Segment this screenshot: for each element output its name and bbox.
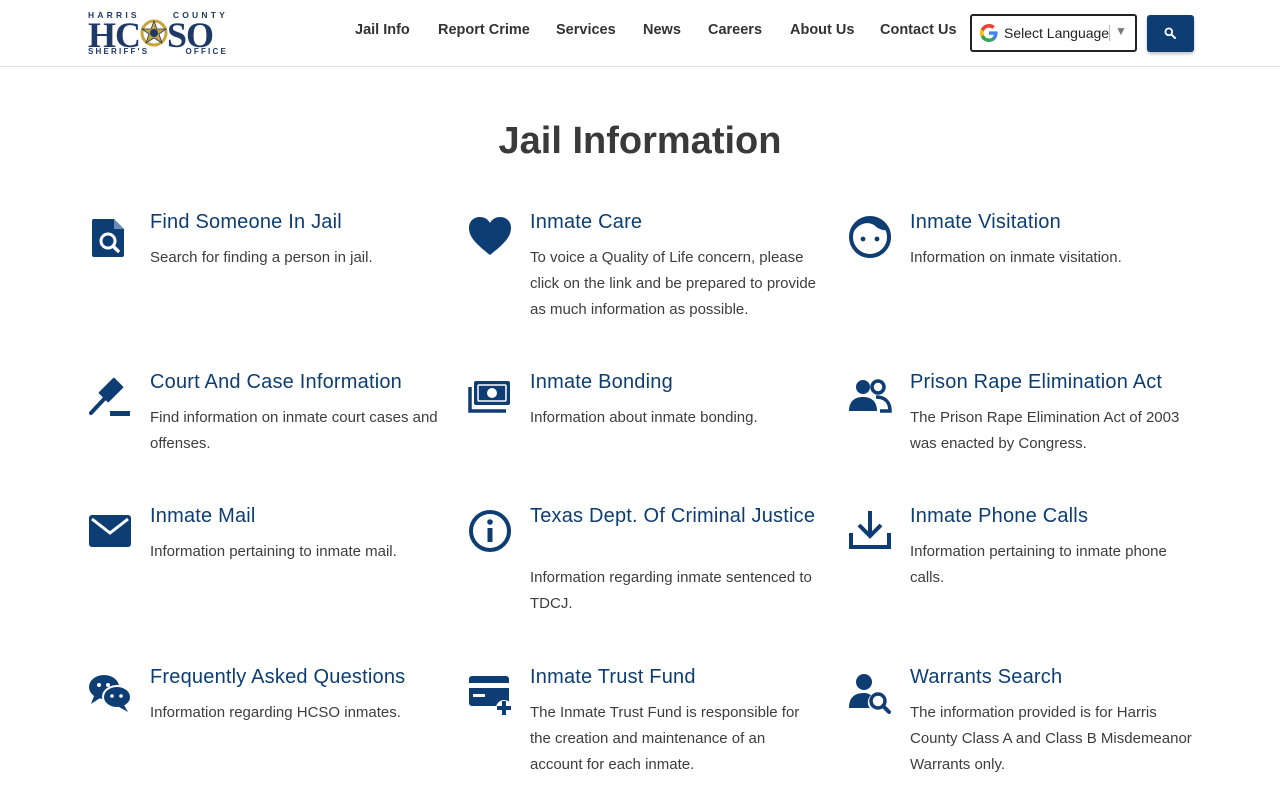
language-selector[interactable]: Select Language ▼ [970,14,1137,52]
nav-careers[interactable]: Careers [708,22,762,38]
card-description: Search for finding a person in jail. [150,249,373,266]
card-description: The Prison Rape Elimination Act of 2003 … [910,409,1180,452]
card-description: Find information on inmate court cases a… [150,409,438,452]
hcso-logo[interactable]: HARRIS COUNTY HCOSO SHERIFF'S OFFICE [88,10,230,56]
card-title[interactable]: Warrants Search [910,664,1210,690]
card-title[interactable]: Texas Dept. Of Criminal Justice [530,503,830,529]
nav-about-us[interactable]: About Us [790,22,854,38]
gavel-icon [89,377,130,416]
users-icon [849,379,892,413]
card-description: Information on inmate visitation. [910,249,1122,266]
nav-jail-info[interactable]: Jail Info [355,22,410,38]
money-icon [468,381,510,413]
nav-news[interactable]: News [643,22,681,38]
card-description: Information about inmate bonding. [530,409,758,426]
sheriff-star-icon [140,19,168,47]
card-prison-rape-elimination-act[interactable]: Prison Rape Elimination Act The Prison R… [848,369,1208,479]
card-title[interactable]: Court And Case Information [150,369,450,395]
google-icon [980,24,998,42]
heart-icon [469,217,511,255]
card-inmate-visitation[interactable]: Inmate Visitation Information on inmate … [848,209,1208,339]
card-title[interactable]: Inmate Trust Fund [530,664,830,690]
card-title[interactable]: Inmate Visitation [910,209,1210,235]
logo-text-office: OFFICE [185,47,228,56]
file-search-icon [92,219,124,257]
card-description: To voice a Quality of Life concern, plea… [530,249,817,318]
user-search-icon [849,674,891,714]
card-warrants-search[interactable]: Warrants Search The information provided… [848,664,1208,794]
card-description: The Inmate Trust Fund is responsible for… [530,704,800,773]
card-inmate-trust-fund[interactable]: Inmate Trust Fund The Inmate Trust Fund … [468,664,828,794]
card-texas-dept-of-criminal-justice[interactable]: Texas Dept. Of Criminal Justice Informat… [468,503,828,633]
card-description: Information regarding inmate sentenced t… [530,569,812,612]
card-title[interactable]: Inmate Phone Calls [910,503,1210,529]
card-description: Information pertaining to inmate phone c… [910,543,1167,586]
card-description: Information regarding HCSO inmates. [150,704,401,721]
card-inmate-mail[interactable]: Inmate Mail Information pertaining to in… [88,503,448,633]
card-title[interactable]: Inmate Care [530,209,830,235]
card-court-and-case-information[interactable]: Court And Case Information Find informat… [88,369,448,479]
card-title[interactable]: Prison Rape Elimination Act [910,369,1210,395]
credit-card-plus-icon [469,676,512,716]
nav-contact-us[interactable]: Contact Us [880,22,957,38]
card-find-someone-in-jail[interactable]: Find Someone In Jail Search for finding … [88,209,448,339]
download-icon [849,511,891,549]
card-frequently-asked-questions[interactable]: Frequently Asked Questions Information r… [88,664,448,774]
chat-icon [89,675,132,712]
nav-report-crime[interactable]: Report Crime [438,22,530,38]
card-title[interactable]: Find Someone In Jail [150,209,450,235]
envelope-icon [89,515,131,547]
face-icon [849,216,891,258]
search-button[interactable] [1147,15,1194,52]
card-inmate-bonding[interactable]: Inmate Bonding Information about inmate … [468,369,828,479]
language-label: Select Language [1004,25,1110,41]
info-icon [469,510,511,552]
page-title: Jail Information [498,120,782,162]
search-icon [1164,27,1176,39]
card-title[interactable]: Frequently Asked Questions [150,664,450,690]
card-title[interactable]: Inmate Mail [150,503,450,529]
logo-text-sheriffs: SHERIFF'S [88,47,150,56]
card-inmate-care[interactable]: Inmate Care To voice a Quality of Life c… [468,209,828,339]
site-header: HARRIS COUNTY HCOSO SHERIFF'S OFFICE Jai… [0,0,1280,67]
card-description: The information provided is for Harris C… [910,704,1192,773]
nav-services[interactable]: Services [556,22,616,38]
card-inmate-phone-calls[interactable]: Inmate Phone Calls Information pertainin… [848,503,1208,633]
card-title[interactable]: Inmate Bonding [530,369,830,395]
dropdown-arrow-icon: ▼ [1115,24,1127,38]
language-divider [1109,25,1110,41]
card-description: Information pertaining to inmate mail. [150,543,397,560]
